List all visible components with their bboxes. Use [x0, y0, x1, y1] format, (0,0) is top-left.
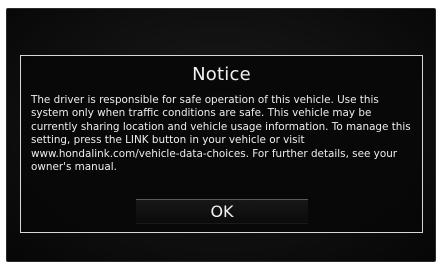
notice-dialog: Notice The driver is responsible for saf…: [20, 55, 423, 233]
ok-button[interactable]: OK: [136, 199, 308, 224]
screen: Notice The driver is responsible for saf…: [0, 0, 442, 268]
infotainment-display: Notice The driver is responsible for saf…: [6, 8, 436, 262]
dialog-title: Notice: [192, 64, 251, 85]
dialog-message: The driver is responsible for safe opera…: [31, 94, 411, 174]
